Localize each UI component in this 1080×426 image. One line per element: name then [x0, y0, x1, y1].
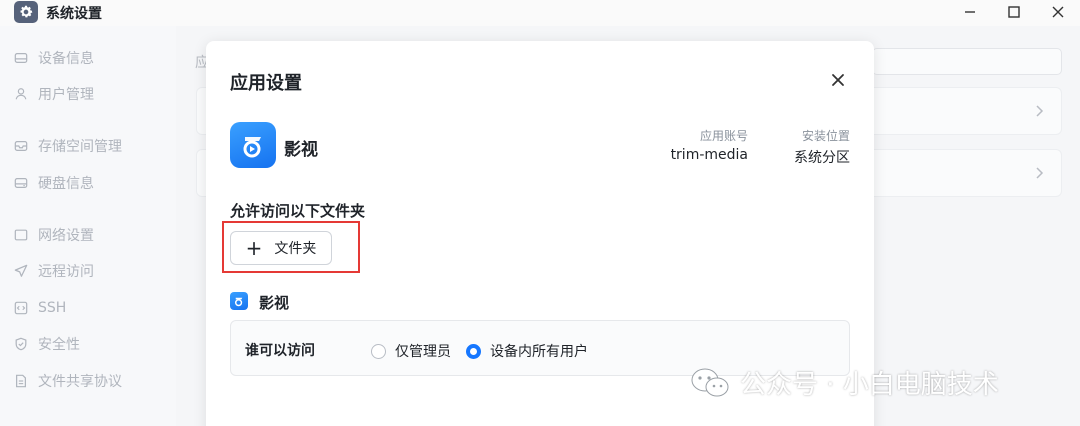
sidebar-item-disk-info[interactable]: 硬盘信息: [14, 172, 94, 194]
sidebar-item-device-info[interactable]: 设备信息: [14, 47, 94, 69]
folder-access-title: 允许访问以下文件夹: [230, 202, 366, 220]
chevron-right-icon: [1036, 105, 1044, 117]
media-app-small-icon: [230, 292, 248, 310]
sidebar-item-label: 文件共享协议: [38, 374, 122, 390]
sidebar-item-user-management[interactable]: 用户管理: [14, 83, 94, 105]
device-icon: [14, 53, 28, 63]
close-dialog-button[interactable]: [826, 68, 850, 92]
add-folder-label: 文件夹: [274, 241, 317, 257]
radio-label: 仅管理员: [395, 344, 451, 360]
sidebar-item-label: 用户管理: [38, 87, 94, 103]
account-value: trim-media: [670, 147, 748, 163]
radio-all-users[interactable]: 设备内所有用户: [466, 341, 588, 361]
radio-admin-only[interactable]: 仅管理员: [371, 341, 451, 361]
access-label: 谁可以访问: [245, 343, 315, 359]
file-icon: [16, 374, 26, 388]
minimize-button[interactable]: [960, 2, 980, 22]
sidebar-item-storage[interactable]: 存储空间管理: [14, 135, 122, 157]
title-bar: 系统设置: [0, 0, 1080, 26]
code-icon: [14, 301, 28, 315]
media-app-icon: [230, 122, 276, 168]
watermark: 公众号 · 小白电脑技术: [690, 364, 999, 401]
access-app-name: 影视: [259, 294, 290, 312]
send-icon: [14, 264, 28, 277]
chevron-right-icon: [1036, 167, 1044, 179]
watermark-text: 公众号 · 小白电脑技术: [740, 370, 999, 400]
sidebar-item-label: 网络设置: [38, 228, 94, 244]
add-folder-button[interactable]: + 文件夹: [230, 231, 332, 265]
wechat-icon: [691, 368, 729, 396]
sidebar-item-ssh[interactable]: SSH: [14, 297, 66, 319]
location-label: 安装位置: [801, 129, 850, 143]
radio-unselected-icon: [371, 343, 386, 359]
radio-selected-icon: [466, 343, 481, 359]
user-icon: [15, 88, 27, 100]
storage-icon: [14, 141, 28, 151]
dialog-title: 应用设置: [230, 73, 302, 94]
plus-icon: +: [245, 236, 263, 260]
sidebar-item-label: 远程访问: [38, 264, 94, 280]
maximize-button[interactable]: [1004, 2, 1024, 22]
app-name: 影视: [284, 140, 318, 160]
window-title: 系统设置: [46, 6, 102, 22]
network-icon: [14, 229, 28, 241]
radio-label: 设备内所有用户: [490, 344, 588, 360]
sidebar-item-label: SSH: [38, 300, 67, 316]
location-value: 系统分区: [794, 150, 850, 166]
close-icon: [832, 74, 844, 86]
background-search-input: [872, 48, 1062, 75]
shield-icon: [15, 337, 27, 351]
sidebar-item-label: 硬盘信息: [38, 176, 94, 192]
gear-icon: [14, 1, 38, 23]
sidebar-item-remote-access[interactable]: 远程访问: [14, 260, 94, 282]
sidebar-item-file-sharing[interactable]: 文件共享协议: [14, 370, 122, 392]
disk-icon: [14, 178, 28, 188]
close-window-button[interactable]: [1048, 2, 1068, 22]
sidebar-item-network[interactable]: 网络设置: [14, 224, 94, 246]
sidebar: 设备信息 用户管理 存储空间管理 硬盘信息 网络设置 远程访问 SSH 安全性 …: [0, 26, 176, 426]
sidebar-item-security[interactable]: 安全性: [14, 333, 80, 355]
account-label: 应用账号: [699, 129, 748, 143]
sidebar-item-label: 安全性: [38, 337, 80, 353]
sidebar-item-label: 存储空间管理: [38, 139, 122, 155]
sidebar-item-label: 设备信息: [38, 51, 94, 67]
